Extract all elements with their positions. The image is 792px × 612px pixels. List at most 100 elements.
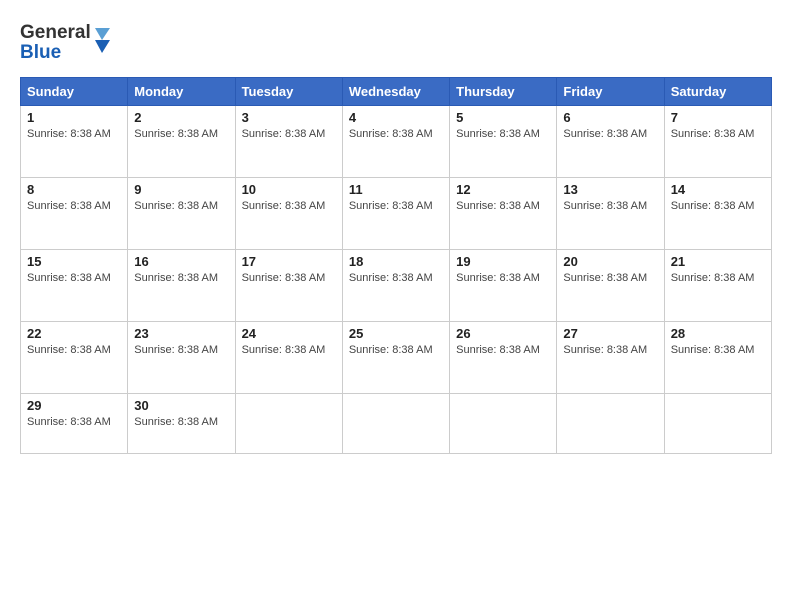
col-header-saturday: Saturday (664, 78, 771, 106)
day-number: 27 (563, 326, 657, 341)
day-number: 11 (349, 182, 443, 197)
day-number: 10 (242, 182, 336, 197)
day-number: 22 (27, 326, 121, 341)
calendar-cell: 25 Sunrise: 8:38 AM (342, 322, 449, 394)
day-sunrise: Sunrise: 8:38 AM (563, 344, 657, 356)
day-number: 28 (671, 326, 765, 341)
calendar-cell: 8Sunrise: 8:38 AM (21, 178, 128, 250)
day-sunrise: Sunrise: 8:38 AM (671, 272, 765, 284)
calendar-cell (342, 394, 449, 454)
calendar-cell: 21 Sunrise: 8:38 AM (664, 250, 771, 322)
calendar-cell: 17 Sunrise: 8:38 AM (235, 250, 342, 322)
day-number: 1 (27, 110, 121, 125)
day-number: 20 (563, 254, 657, 269)
day-sunrise: Sunrise: 8:38 AM (134, 128, 228, 140)
col-header-monday: Monday (128, 78, 235, 106)
svg-text:Blue: Blue (20, 42, 61, 62)
col-header-tuesday: Tuesday (235, 78, 342, 106)
calendar-cell: 9 Sunrise: 8:38 AM (128, 178, 235, 250)
calendar-cell: 3 Sunrise: 8:38 AM (235, 106, 342, 178)
day-sunrise: Sunrise: 8:38 AM (242, 128, 336, 140)
col-header-friday: Friday (557, 78, 664, 106)
calendar-cell (450, 394, 557, 454)
day-number: 19 (456, 254, 550, 269)
logo: General Blue (20, 18, 110, 67)
calendar-cell: 12Sunrise: 8:38 AM (450, 178, 557, 250)
day-sunrise: Sunrise: 8:38 AM (563, 272, 657, 284)
day-sunrise: Sunrise: 8:38 AM (349, 128, 443, 140)
day-number: 18 (349, 254, 443, 269)
calendar-week-row: 8Sunrise: 8:38 AM9Sunrise: 8:38 AM10Sunr… (21, 178, 772, 250)
day-sunrise: Sunrise: 8:38 AM (134, 272, 228, 284)
day-sunrise: Sunrise: 8:38 AM (456, 128, 550, 140)
calendar-cell: 16 Sunrise: 8:38 AM (128, 250, 235, 322)
day-number: 7 (671, 110, 765, 125)
header: General Blue (20, 18, 772, 67)
col-header-wednesday: Wednesday (342, 78, 449, 106)
calendar-cell: 26 Sunrise: 8:38 AM (450, 322, 557, 394)
calendar-cell (664, 394, 771, 454)
calendar-cell: 2 Sunrise: 8:38 AM (128, 106, 235, 178)
calendar-cell: 10Sunrise: 8:38 AM (235, 178, 342, 250)
calendar-cell: 30Sunrise: 8:38 AM (128, 394, 235, 454)
calendar-cell: 5 Sunrise: 8:38 AM (450, 106, 557, 178)
day-number: 17 (242, 254, 336, 269)
day-sunrise: Sunrise: 8:38 AM (671, 128, 765, 140)
calendar-cell (557, 394, 664, 454)
day-number: 4 (349, 110, 443, 125)
day-number: 21 (671, 254, 765, 269)
day-sunrise: Sunrise: 8:38 AM (671, 200, 765, 212)
day-number: 14 (671, 182, 765, 197)
calendar-cell: 15 Sunrise: 8:38 AM (21, 250, 128, 322)
day-sunrise: Sunrise: 8:38 AM (349, 272, 443, 284)
calendar-cell: 18 Sunrise: 8:38 AM (342, 250, 449, 322)
calendar-cell: 4 Sunrise: 8:38 AM (342, 106, 449, 178)
day-sunrise: Sunrise: 8:38 AM (134, 344, 228, 356)
svg-text:General: General (20, 22, 91, 43)
day-sunrise: Sunrise: 8:38 AM (134, 416, 228, 428)
calendar-cell: 27 Sunrise: 8:38 AM (557, 322, 664, 394)
day-sunrise: Sunrise: 8:38 AM (563, 128, 657, 140)
day-sunrise: Sunrise: 8:38 AM (671, 344, 765, 356)
day-sunrise: Sunrise: 8:38 AM (456, 200, 550, 212)
day-sunrise: Sunrise: 8:38 AM (27, 272, 121, 284)
day-number: 15 (27, 254, 121, 269)
day-number: 16 (134, 254, 228, 269)
day-number: 3 (242, 110, 336, 125)
calendar-cell: 7 Sunrise: 8:38 AM (664, 106, 771, 178)
header-row: SundayMondayTuesdayWednesdayThursdayFrid… (21, 78, 772, 106)
day-number: 23 (134, 326, 228, 341)
calendar-table: SundayMondayTuesdayWednesdayThursdayFrid… (20, 77, 772, 454)
calendar-cell: 13Sunrise: 8:38 AM (557, 178, 664, 250)
day-number: 9 (134, 182, 228, 197)
day-number: 24 (242, 326, 336, 341)
day-number: 5 (456, 110, 550, 125)
day-sunrise: Sunrise: 8:38 AM (27, 344, 121, 356)
col-header-thursday: Thursday (450, 78, 557, 106)
day-sunrise: Sunrise: 8:38 AM (134, 200, 228, 212)
day-sunrise: Sunrise: 8:38 AM (563, 200, 657, 212)
calendar-week-row: 1 Sunrise: 8:38 AM 2 Sunrise: 8:38 AM 3 Sunri… (21, 106, 772, 178)
calendar-cell: 20 Sunrise: 8:38 AM (557, 250, 664, 322)
day-sunrise: Sunrise: 8:38 AM (27, 200, 121, 212)
day-number: 25 (349, 326, 443, 341)
day-sunrise: Sunrise: 8:38 AM (349, 200, 443, 212)
day-sunrise: Sunrise: 8:38 AM (27, 128, 121, 140)
col-header-sunday: Sunday (21, 78, 128, 106)
calendar-cell: 22 Sunrise: 8:38 AM (21, 322, 128, 394)
logo-text: General Blue (20, 18, 110, 67)
day-number: 29 (27, 398, 121, 413)
day-number: 26 (456, 326, 550, 341)
calendar-cell: 28 Sunrise: 8:38 AM (664, 322, 771, 394)
day-sunrise: Sunrise: 8:38 AM (456, 272, 550, 284)
day-number: 2 (134, 110, 228, 125)
day-sunrise: Sunrise: 8:38 AM (27, 416, 121, 428)
calendar-cell (235, 394, 342, 454)
calendar-week-row: 15 Sunrise: 8:38 AM 16 Sunrise: 8:38 AM 17 Su… (21, 250, 772, 322)
calendar-cell: 11 Sunrise: 8:38 AM (342, 178, 449, 250)
day-sunrise: Sunrise: 8:38 AM (456, 344, 550, 356)
calendar-cell: 23 Sunrise: 8:38 AM (128, 322, 235, 394)
day-sunrise: Sunrise: 8:38 AM (349, 344, 443, 356)
calendar-page: General Blue SundayMondayTuesdayWednesda… (0, 0, 792, 612)
day-sunrise: Sunrise: 8:38 AM (242, 272, 336, 284)
